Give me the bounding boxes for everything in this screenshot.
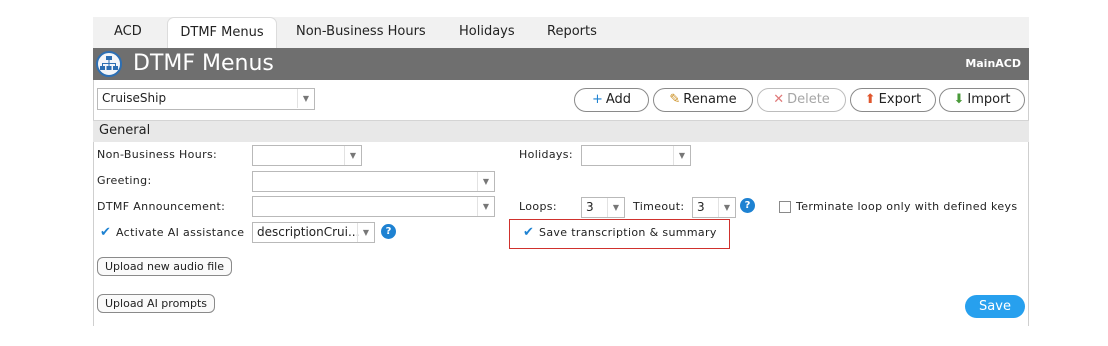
loops-value: 3 <box>586 200 594 214</box>
page-title: DTMF Menus <box>133 51 274 76</box>
menu-select-value: CruiseShip <box>102 91 167 105</box>
non-business-hours-label: Non-Business Hours: <box>97 148 218 161</box>
timeout-select[interactable]: 3 ▼ <box>692 197 736 218</box>
help-icon[interactable]: ? <box>740 198 755 213</box>
tab-reports[interactable]: Reports <box>547 17 597 48</box>
checkmark-icon[interactable]: ✔ <box>523 225 534 240</box>
pencil-icon: ✎ <box>669 92 681 107</box>
section-title: General <box>99 123 151 138</box>
tab-dtmf-menus[interactable]: DTMF Menus <box>167 17 277 48</box>
export-icon: ⬆ <box>864 92 876 107</box>
non-business-hours-select[interactable]: ▼ <box>252 145 362 166</box>
holidays-label: Holidays: <box>519 148 573 161</box>
chevron-down-icon: ▼ <box>673 146 690 165</box>
chevron-down-icon: ▼ <box>477 172 494 191</box>
tab-non-business-hours[interactable]: Non-Business Hours <box>296 17 426 48</box>
delete-button[interactable]: ✕ Delete <box>757 88 846 112</box>
greeting-label: Greeting: <box>97 174 152 187</box>
acd-name-label: MainACD <box>965 57 1021 70</box>
chevron-down-icon: ▼ <box>718 198 735 217</box>
dtmf-announcement-label: DTMF Announcement: <box>97 200 226 213</box>
ai-assistance-select[interactable]: descriptionCrui... ▼ <box>252 222 375 243</box>
loops-select[interactable]: 3 ▼ <box>581 197 625 218</box>
tab-bar: ACD DTMF Menus Non-Business Hours Holida… <box>93 17 1029 48</box>
chevron-down-icon: ▼ <box>607 198 624 217</box>
checkmark-icon[interactable]: ✔ <box>100 225 111 240</box>
add-label: Add <box>605 92 632 107</box>
org-chart-icon <box>96 51 122 77</box>
terminate-loop-label: Terminate loop only with defined keys <box>796 200 1018 213</box>
loops-label: Loops: <box>519 200 557 213</box>
delete-label: Delete <box>787 92 830 107</box>
help-icon[interactable]: ? <box>381 224 396 239</box>
ai-assistance-value: descriptionCrui... <box>257 225 360 239</box>
section-header: General <box>93 120 1029 142</box>
upload-ai-prompts-button[interactable]: Upload AI prompts <box>97 294 216 313</box>
timeout-label: Timeout: <box>633 200 685 213</box>
chevron-down-icon: ▼ <box>357 223 374 242</box>
timeout-value: 3 <box>697 200 705 214</box>
save-button[interactable]: Save <box>965 295 1025 318</box>
export-button[interactable]: ⬆ Export <box>850 88 936 112</box>
holidays-select[interactable]: ▼ <box>581 145 691 166</box>
import-button[interactable]: ⬇ Import <box>939 88 1025 112</box>
export-label: Export <box>878 92 922 107</box>
upload-audio-button[interactable]: Upload new audio file <box>97 257 233 276</box>
menu-select[interactable]: CruiseShip ▼ <box>97 88 315 110</box>
tab-holidays[interactable]: Holidays <box>459 17 515 48</box>
terminate-loop-checkbox[interactable] <box>779 201 791 213</box>
dtmf-announcement-select[interactable]: ▼ <box>252 196 495 217</box>
page-header: DTMF Menus MainACD <box>93 48 1029 80</box>
import-label: Import <box>967 92 1011 107</box>
greeting-select[interactable]: ▼ <box>252 171 495 192</box>
rename-button[interactable]: ✎ Rename <box>653 88 753 112</box>
plus-icon: + <box>591 92 603 107</box>
x-icon: ✕ <box>773 92 785 107</box>
tab-acd[interactable]: ACD <box>114 17 142 48</box>
import-icon: ⬇ <box>953 92 965 107</box>
save-transcription-label: Save transcription & summary <box>539 226 717 239</box>
add-button[interactable]: + Add <box>574 88 649 112</box>
ai-assistance-label: Activate AI assistance <box>116 226 245 239</box>
chevron-down-icon: ▼ <box>477 197 494 216</box>
rename-label: Rename <box>683 92 737 107</box>
chevron-down-icon: ▼ <box>344 146 361 165</box>
chevron-down-icon: ▼ <box>297 89 314 108</box>
